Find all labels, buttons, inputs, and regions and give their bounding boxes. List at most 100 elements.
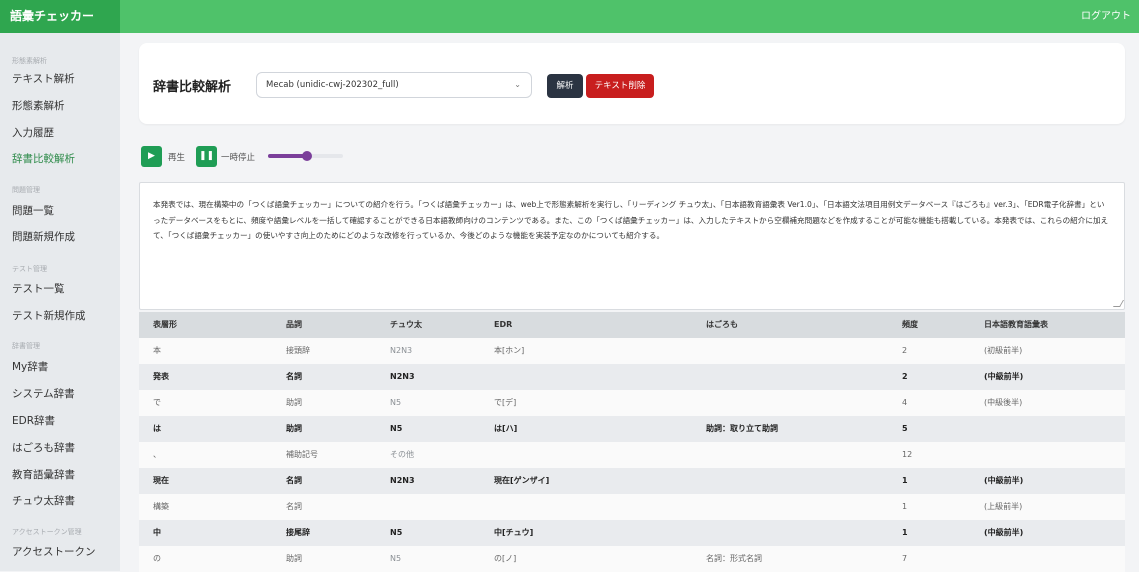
- pause-button[interactable]: ❚❚: [196, 146, 217, 167]
- cell-edr: で[デ]: [494, 398, 517, 407]
- dictionary-select-value: Mecab (unidic-cwj-202302_full): [266, 80, 399, 90]
- sidebar-item-chuta-dictionary[interactable]: チュウ太辞書: [12, 493, 75, 508]
- sidebar-item-edr-dictionary[interactable]: EDR辞書: [12, 413, 55, 428]
- cell-surface: 現在: [153, 476, 169, 485]
- cell-hagoromo: 助詞：取り立て助詞: [706, 424, 778, 433]
- sidebar-item-test-list[interactable]: テスト一覧: [12, 281, 65, 296]
- cell-freq: 5: [902, 424, 908, 433]
- cell-edu-vocab: (中級前半): [984, 372, 1024, 381]
- delete-text-button[interactable]: テキスト削除: [586, 74, 654, 98]
- speed-slider-thumb[interactable]: [302, 151, 312, 161]
- sidebar: 形態素解析 テキスト解析 形態素解析 入力履歴 辞書比較解析 問題管理 問題一覧…: [0, 33, 120, 571]
- sidebar-section-morph: 形態素解析: [12, 57, 47, 65]
- cell-freq: 1: [902, 502, 908, 511]
- dictionary-select[interactable]: Mecab (unidic-cwj-202302_full) ⌄: [256, 72, 532, 98]
- column-header-freq: 頻度: [902, 320, 918, 329]
- sidebar-item-hagoromo-dictionary[interactable]: はごろも辞書: [12, 440, 75, 455]
- cell-pos: 名詞: [286, 502, 302, 511]
- cell-edr: の[ノ]: [494, 554, 517, 563]
- cell-edu-vocab: (上級前半): [984, 502, 1023, 511]
- play-button[interactable]: ▶: [141, 146, 162, 167]
- cell-hagoromo: 名詞：形式名詞: [706, 554, 762, 563]
- sidebar-item-morph-analysis[interactable]: 形態素解析: [12, 98, 65, 113]
- cell-freq: 4: [902, 398, 908, 407]
- cell-freq: 12: [902, 450, 913, 459]
- cell-chuta: その他: [390, 450, 414, 459]
- page-title: 辞書比較解析: [153, 80, 232, 95]
- cell-surface: は: [153, 424, 161, 433]
- cell-edu-vocab: (中級後半): [984, 398, 1023, 407]
- sidebar-item-education-vocab-dictionary[interactable]: 教育語彙辞書: [12, 467, 75, 482]
- cell-freq: 7: [902, 554, 908, 563]
- column-header-surface: 表層形: [153, 320, 177, 329]
- cell-chuta: N5: [390, 424, 403, 433]
- cell-surface: の: [153, 554, 161, 563]
- cell-edr: は[ハ]: [494, 424, 518, 433]
- table-row: の 助詞 N5 の[ノ] 名詞：形式名詞 7: [139, 546, 1125, 572]
- column-header-edr: EDR: [494, 320, 513, 329]
- cell-pos: 助詞: [286, 554, 302, 563]
- column-header-hagoromo: はごろも: [706, 320, 738, 329]
- cell-surface: 構築: [153, 502, 169, 511]
- sidebar-item-test-create[interactable]: テスト新規作成: [12, 308, 86, 323]
- cell-pos: 接尾辞: [286, 528, 310, 537]
- logout-link[interactable]: ログアウト: [1081, 0, 1131, 33]
- top-bar: 語彙チェッカー ログアウト: [0, 0, 1139, 33]
- cell-surface: で: [153, 398, 161, 407]
- sidebar-item-question-create[interactable]: 問題新規作成: [12, 229, 75, 244]
- play-label: 再生: [168, 153, 186, 163]
- sidebar-item-question-list[interactable]: 問題一覧: [12, 203, 54, 218]
- cell-pos: 補助記号: [286, 450, 318, 459]
- sidebar-item-my-dictionary[interactable]: My辞書: [12, 359, 48, 374]
- app-brand[interactable]: 語彙チェッカー: [0, 0, 120, 33]
- sidebar-section-questions: 問題管理: [12, 186, 40, 194]
- table-row: 中 接尾辞 N5 中[チュウ] 1 (中級前半): [139, 520, 1125, 546]
- sidebar-section-tests: テスト管理: [12, 265, 47, 273]
- play-icon: ▶: [148, 151, 155, 161]
- sidebar-section-access-token: アクセストークン管理: [12, 528, 82, 536]
- cell-freq: 2: [902, 372, 908, 381]
- cell-chuta: N2N3: [390, 372, 415, 381]
- cell-pos: 助詞: [286, 424, 302, 433]
- cell-edr: 本[ホン]: [494, 346, 525, 355]
- text-input-area[interactable]: 本発表では、現在構築中の「つくば語彙チェッカー」についての紹介を行う。「つくば語…: [139, 182, 1125, 310]
- speed-slider[interactable]: [268, 151, 343, 161]
- analysis-header-card: 辞書比較解析 Mecab (unidic-cwj-202302_full) ⌄ …: [139, 43, 1125, 124]
- cell-edu-vocab: (中級前半): [984, 476, 1024, 485]
- cell-chuta: N2N3: [390, 476, 415, 485]
- cell-surface: 発表: [153, 372, 169, 381]
- cell-surface: 、: [153, 450, 161, 459]
- sidebar-item-input-history[interactable]: 入力履歴: [12, 125, 54, 140]
- pause-label: 一時停止: [221, 153, 256, 163]
- sidebar-item-access-token[interactable]: アクセストークン: [12, 544, 95, 559]
- sidebar-item-text-analysis[interactable]: テキスト解析: [12, 71, 75, 86]
- cell-pos: 接頭辞: [286, 346, 310, 355]
- cell-edr: 中[チュウ]: [494, 528, 534, 537]
- table-row: 現在 名詞 N2N3 現在[ゲンザイ] 1 (中級前半): [139, 468, 1125, 494]
- cell-surface: 中: [153, 528, 161, 537]
- table-row: 本 接頭辞 N2N3 本[ホン] 2 (初級前半): [139, 338, 1125, 364]
- cell-edu-vocab: (中級前半): [984, 528, 1024, 537]
- sidebar-item-system-dictionary[interactable]: システム辞書: [12, 386, 75, 401]
- cell-edr: 現在[ゲンザイ]: [494, 476, 550, 485]
- sidebar-item-dictionary-compare[interactable]: 辞書比較解析: [12, 151, 75, 166]
- cell-surface: 本: [153, 346, 161, 355]
- text-input-content: 本発表では、現在構築中の「つくば語彙チェッカー」についての紹介を行う。「つくば語…: [153, 200, 1109, 240]
- column-header-edu-vocab: 日本語教育語彙表: [984, 320, 1048, 329]
- cell-freq: 1: [902, 476, 908, 485]
- pause-icon: ❚❚: [198, 151, 215, 161]
- cell-freq: 2: [902, 346, 908, 355]
- chevron-down-icon: ⌄: [514, 80, 521, 89]
- column-header-pos: 品詞: [286, 320, 302, 329]
- cell-chuta: N5: [390, 398, 402, 407]
- table-row: で 助詞 N5 で[デ] 4 (中級後半): [139, 390, 1125, 416]
- column-header-chuta: チュウ太: [390, 320, 422, 329]
- analyze-button[interactable]: 解析: [547, 74, 583, 98]
- cell-pos: 助詞: [286, 398, 302, 407]
- table-row: 発表 名詞 N2N3 2 (中級前半): [139, 364, 1125, 390]
- resize-handle-icon[interactable]: [1112, 300, 1125, 307]
- table-row: は 助詞 N5 は[ハ] 助詞：取り立て助詞 5: [139, 416, 1125, 442]
- cell-chuta: N2N3: [390, 346, 413, 355]
- table-header: 表層形 品詞 チュウ太 EDR はごろも 頻度 日本語教育語彙表: [139, 312, 1125, 338]
- cell-chuta: N5: [390, 554, 402, 563]
